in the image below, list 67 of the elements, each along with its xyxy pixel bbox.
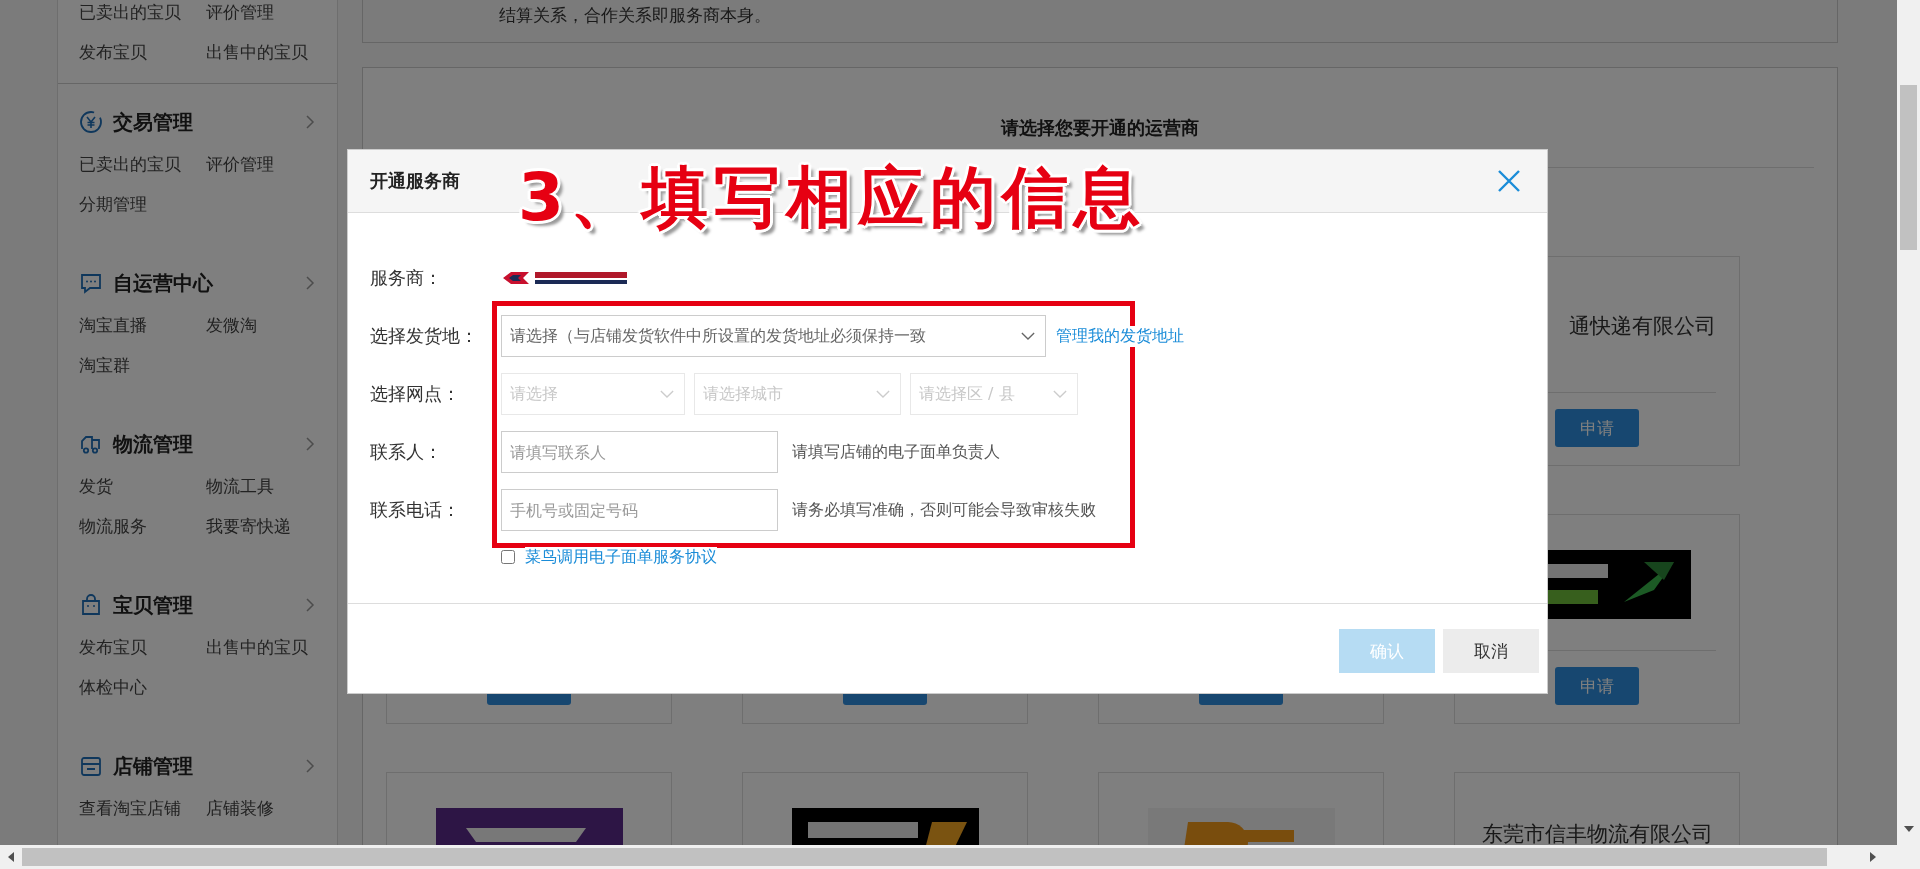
- sidebar-link[interactable]: 体检中心: [79, 667, 147, 707]
- sidebar-link[interactable]: 已卖出的宝贝: [79, 144, 181, 184]
- panel-title: 请选择您要开通的运营商: [1001, 117, 1199, 138]
- apply-button[interactable]: 申请: [1555, 667, 1639, 705]
- sidebar-link[interactable]: 淘宝直播: [79, 305, 147, 345]
- hint-text: 请务必填写准确，否则可能会导致审核失败: [792, 499, 1096, 521]
- section-title[interactable]: 自运营中心: [113, 269, 213, 297]
- field-label: 联系人：: [370, 440, 443, 464]
- field-label: 联系电话：: [370, 498, 461, 522]
- agreement-link[interactable]: 菜鸟调用电子面单服务协议: [525, 546, 717, 568]
- section-title[interactable]: 店铺管理: [113, 752, 193, 780]
- sidebar-link[interactable]: 评价管理: [206, 144, 274, 184]
- sidebar-link[interactable]: 我要寄快递: [206, 506, 291, 546]
- caret-icon: [876, 390, 890, 398]
- store-icon: [79, 754, 103, 778]
- left-arrow-icon: [8, 852, 14, 862]
- chevron-icon: [305, 436, 315, 452]
- caret-icon: [1021, 332, 1035, 340]
- currency-icon: [79, 110, 103, 134]
- sidebar-link[interactable]: 发布宝贝: [79, 32, 147, 72]
- vertical-scrollbar[interactable]: [1897, 0, 1920, 845]
- right-arrow-icon: [1870, 852, 1876, 862]
- field-label: 服务商：: [370, 266, 443, 290]
- field-label: 选择网点：: [370, 382, 461, 406]
- close-icon: [1497, 169, 1521, 193]
- section-title[interactable]: 交易管理: [113, 108, 193, 136]
- agreement-checkbox[interactable]: [501, 550, 515, 564]
- annotation-text: 3、填写相应的信息: [518, 158, 1146, 238]
- sidebar-link[interactable]: 发货: [79, 466, 113, 506]
- chevron-icon: [305, 114, 315, 130]
- chevron-icon: [305, 275, 315, 291]
- address-link[interactable]: 管理我的发货地址: [1056, 325, 1184, 347]
- caret-icon: [660, 390, 674, 398]
- input-field[interactable]: 请填写联系人: [501, 431, 778, 473]
- scrollbar-thumb[interactable]: [1900, 85, 1917, 250]
- down-arrow-icon: [1904, 826, 1914, 832]
- bag-icon: [79, 593, 103, 617]
- sidebar-link[interactable]: 发微淘: [206, 305, 257, 345]
- chevron-icon: [305, 758, 315, 774]
- section-title[interactable]: 宝贝管理: [113, 591, 193, 619]
- cancel-button[interactable]: 取消: [1443, 629, 1539, 673]
- field-label: 选择发货地：: [370, 324, 479, 348]
- dialog-title: 开通服务商: [370, 169, 460, 193]
- company-name: 通快递有限公司: [1569, 313, 1716, 339]
- select-field[interactable]: 请选择（与店铺发货软件中所设置的发货地址必须保持一致: [501, 315, 1046, 357]
- notice-text: 结算关系，合作关系即服务商本身。: [499, 5, 771, 25]
- input-field[interactable]: 手机号或固定号码: [501, 489, 778, 531]
- sidebar-link[interactable]: 分期管理: [79, 184, 147, 224]
- company-name: 东莞市信丰物流有限公司: [1481, 821, 1713, 847]
- horizontal-scrollbar[interactable]: [0, 845, 1920, 869]
- sidebar-link[interactable]: 物流服务: [79, 506, 147, 546]
- sidebar-link[interactable]: 出售中的宝贝: [206, 32, 308, 72]
- chevron-icon: [305, 597, 315, 613]
- sidebar-link[interactable]: 淘宝群: [79, 345, 130, 385]
- caret-icon: [1053, 390, 1067, 398]
- hint-text: 请填写店铺的电子面单负责人: [792, 441, 1000, 463]
- scrollbar-thumb[interactable]: [22, 848, 1827, 866]
- sidebar-link[interactable]: 已卖出的宝贝: [79, 0, 181, 32]
- sidebar-link[interactable]: 评价管理: [206, 0, 274, 32]
- chat-icon: [79, 271, 103, 295]
- sidebar-link[interactable]: 店铺装修: [206, 788, 274, 828]
- sidebar-link[interactable]: 出售中的宝贝: [206, 627, 308, 667]
- sidebar-link[interactable]: 物流工具: [206, 466, 274, 506]
- section-title[interactable]: 物流管理: [113, 430, 193, 458]
- apply-button[interactable]: 申请: [1555, 409, 1639, 447]
- sidebar-link[interactable]: 查看淘宝店铺: [79, 788, 181, 828]
- sidebar-link[interactable]: 发布宝贝: [79, 627, 147, 667]
